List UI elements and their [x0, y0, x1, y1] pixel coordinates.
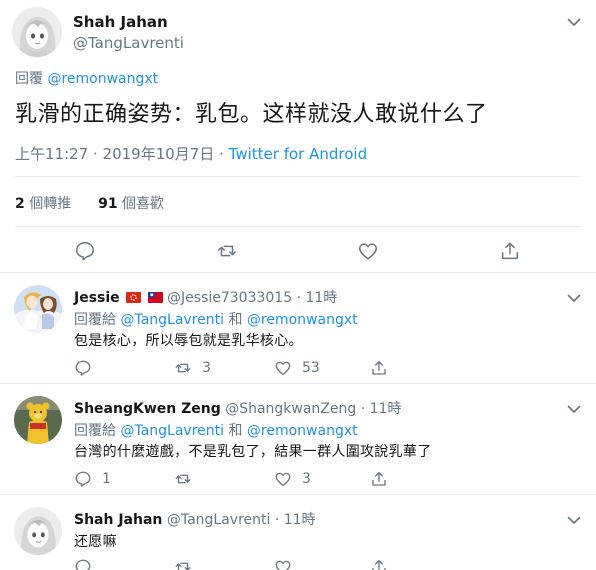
avatar[interactable] — [12, 7, 62, 57]
like-action[interactable] — [274, 557, 292, 570]
author-name[interactable]: Jessie — [74, 290, 120, 306]
reply-prefix: 回覆 — [15, 71, 43, 87]
retweet-count: 3 — [202, 360, 211, 376]
reply-header: Jessie @Jessie73033015 · 11時 — [74, 287, 337, 307]
reply-time[interactable]: · 11時 — [275, 512, 316, 528]
reply-text: 台灣的什麼遊戲，不是乳包了，結果一群人圍攻說乳華了 — [74, 444, 432, 460]
author-handle[interactable]: @TangLavrenti — [167, 512, 271, 528]
reply-header: Shah Jahan @TangLavrenti · 11時 — [74, 509, 316, 529]
reply-header: SheangKwen Zeng @ShangkwanZeng · 11時 — [74, 398, 401, 418]
heart-icon — [275, 560, 291, 570]
reply-to-link[interactable]: @remonwangxt — [47, 71, 158, 87]
chevron-down-icon[interactable] — [565, 289, 583, 307]
reply-actions — [74, 557, 394, 570]
divider — [15, 226, 581, 227]
share-action[interactable] — [370, 557, 388, 570]
reply-to-link[interactable]: @TangLavrenti — [120, 312, 224, 328]
chevron-down-icon[interactable] — [565, 400, 583, 418]
chevron-down-icon[interactable] — [565, 13, 583, 31]
avatar[interactable] — [14, 507, 62, 555]
likes-label: 個喜歡 — [122, 196, 165, 212]
avatar[interactable] — [14, 396, 62, 444]
retweet-icon — [175, 474, 191, 484]
retweet-icon — [175, 562, 191, 570]
share-icon[interactable] — [499, 240, 521, 262]
divider — [15, 176, 581, 177]
reply-tweet[interactable]: SheangKwen Zeng @ShangkwanZeng · 11時 回覆給… — [0, 383, 596, 494]
reply-and: 和 — [228, 312, 243, 328]
anime-avatar-image — [12, 7, 62, 57]
tweet-meta: 上午11:27 · 2019年10月7日 · Twitter for Andro… — [15, 143, 367, 164]
reply-action[interactable] — [74, 557, 92, 570]
author-handle[interactable]: @TangLavrenti — [73, 34, 184, 52]
reply-text: 还愿嘛 — [74, 534, 117, 550]
retweets-stat[interactable]: 2 個轉推 — [15, 196, 71, 212]
likes-stat[interactable]: 91 個喜歡 — [98, 196, 164, 212]
retweet-icon[interactable] — [216, 240, 238, 262]
meta-separator: · — [214, 145, 229, 163]
retweet-icon — [175, 363, 191, 373]
reply-icon — [75, 360, 91, 376]
reply-prefix: 回覆給 — [74, 423, 116, 439]
anime-avatar-image — [14, 507, 62, 555]
reply-icon — [75, 559, 91, 570]
reply-icon[interactable] — [74, 240, 96, 262]
author-name[interactable]: Shah Jahan — [73, 13, 168, 31]
reply-and: 和 — [228, 423, 243, 439]
retweet-action[interactable] — [174, 469, 202, 489]
author-handle[interactable]: @Jessie73033015 — [167, 290, 292, 306]
share-action[interactable] — [370, 358, 388, 378]
retweets-count: 2 — [15, 196, 25, 212]
replying-to: 回覆給 @TangLavrenti 和 @remonwangxt — [74, 309, 358, 329]
reply-action[interactable]: 1 — [74, 469, 111, 489]
reply-prefix: 回覆給 — [74, 312, 116, 328]
share-action[interactable] — [370, 469, 388, 489]
heart-icon — [275, 361, 291, 376]
author-name[interactable]: Shah Jahan — [74, 512, 162, 528]
anime-avatar-image — [14, 285, 62, 333]
replying-to: 回覆給 @TangLavrenti 和 @remonwangxt — [74, 420, 358, 440]
like-count: 53 — [302, 360, 320, 376]
reply-time[interactable]: · 11時 — [297, 290, 338, 306]
share-icon — [372, 471, 386, 486]
reply-actions: 1 3 — [74, 469, 394, 491]
chevron-down-icon[interactable] — [565, 511, 583, 529]
main-tweet: Shah Jahan @TangLavrenti 回覆 @remonwangxt… — [0, 0, 596, 272]
mascot-avatar-image — [14, 396, 62, 444]
reply-to-link[interactable]: @remonwangxt — [247, 423, 358, 439]
reply-count: 1 — [102, 471, 111, 487]
share-icon — [372, 559, 386, 570]
like-action[interactable]: 53 — [274, 358, 320, 378]
hong-kong-flag-icon — [126, 292, 142, 303]
reply-to-link[interactable]: @TangLavrenti — [120, 423, 224, 439]
tweet-stats: 2 個轉推 91 個喜歡 — [15, 193, 164, 213]
retweet-action[interactable]: 3 — [174, 358, 211, 378]
likes-count: 91 — [98, 196, 118, 212]
reply-text: 包是核心，所以辱包就是乳华核心。 — [74, 333, 303, 349]
author-handle[interactable]: @ShangkwanZeng — [225, 401, 356, 417]
reply-to-link[interactable]: @remonwangxt — [247, 312, 358, 328]
timestamp[interactable]: 上午11:27 · 2019年10月7日 — [15, 145, 214, 163]
author-name[interactable]: SheangKwen Zeng — [74, 401, 221, 417]
retweets-label: 個轉推 — [29, 196, 72, 212]
reply-time[interactable]: · 11時 — [361, 401, 402, 417]
reply-tweet[interactable]: Jessie @Jessie73033015 · 11時 回覆給 @TangLa… — [0, 272, 596, 383]
tweet-source[interactable]: Twitter for Android — [229, 145, 367, 163]
retweet-action[interactable] — [174, 557, 192, 570]
reply-action[interactable] — [74, 358, 102, 378]
taiwan-flag-icon — [147, 292, 163, 303]
reply-icon — [75, 471, 91, 487]
avatar[interactable] — [14, 285, 62, 333]
replying-to: 回覆 @remonwangxt — [15, 68, 158, 88]
like-action[interactable]: 3 — [274, 469, 311, 489]
tweet-text: 乳滑的正确姿势：乳包。这样就没人敢说什么了 — [15, 102, 488, 127]
heart-icon[interactable] — [357, 240, 379, 262]
share-icon — [372, 360, 386, 375]
reply-actions: 3 53 — [74, 358, 394, 380]
heart-icon — [275, 472, 291, 487]
like-count: 3 — [302, 471, 311, 487]
reply-tweet[interactable]: Shah Jahan @TangLavrenti · 11時 还愿嘛 — [0, 494, 596, 570]
